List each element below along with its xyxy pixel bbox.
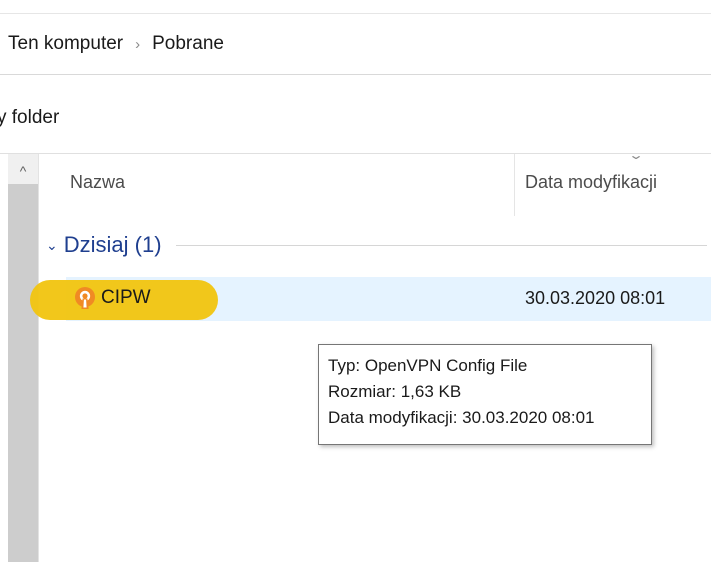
file-date-modified: 30.03.2020 08:01 bbox=[525, 288, 666, 308]
chevron-down-icon[interactable]: ⌄ bbox=[46, 237, 58, 254]
new-folder-button[interactable]: y folder bbox=[0, 107, 59, 129]
group-header-today[interactable]: ⌄ Dzisiaj (1) bbox=[46, 228, 711, 262]
navigation-pane[interactable]: ^ bbox=[8, 154, 39, 562]
tooltip-size: Rozmiar: 1,63 KB bbox=[328, 382, 462, 401]
breadcrumb[interactable]: Ten komputer › Pobrane bbox=[0, 14, 711, 74]
column-header-name[interactable]: Nazwa bbox=[70, 172, 125, 193]
toolbar: y folder bbox=[0, 75, 711, 153]
breadcrumb-item-this-pc[interactable]: Ten komputer bbox=[8, 33, 123, 55]
column-header-row: Nazwa ⌄ Data modyfikacji bbox=[40, 148, 711, 216]
breadcrumb-separator-icon[interactable]: › bbox=[135, 36, 140, 53]
tooltip-type: Typ: OpenVPN Config File bbox=[328, 356, 528, 375]
column-header-date-modified[interactable]: Data modyfikacji bbox=[525, 172, 657, 193]
tooltip-date: Data modyfikacji: 30.03.2020 08:01 bbox=[328, 408, 595, 427]
column-divider[interactable] bbox=[514, 154, 515, 216]
file-name[interactable]: CIPW bbox=[101, 287, 151, 309]
sort-chevron-down-icon: ⌄ bbox=[627, 148, 645, 162]
breadcrumb-item-downloads[interactable]: Pobrane bbox=[152, 33, 224, 55]
nav-scrollbar-thumb[interactable] bbox=[8, 184, 38, 562]
file-info-tooltip: Typ: OpenVPN Config File Rozmiar: 1,63 K… bbox=[318, 344, 652, 445]
openvpn-icon bbox=[75, 287, 95, 309]
group-rule bbox=[175, 244, 707, 246]
group-label: Dzisiaj (1) bbox=[63, 232, 162, 257]
file-explorer-window: Ten komputer › Pobrane y folder ^ Nazwa … bbox=[0, 0, 711, 562]
scroll-up-icon[interactable]: ^ bbox=[8, 160, 38, 182]
